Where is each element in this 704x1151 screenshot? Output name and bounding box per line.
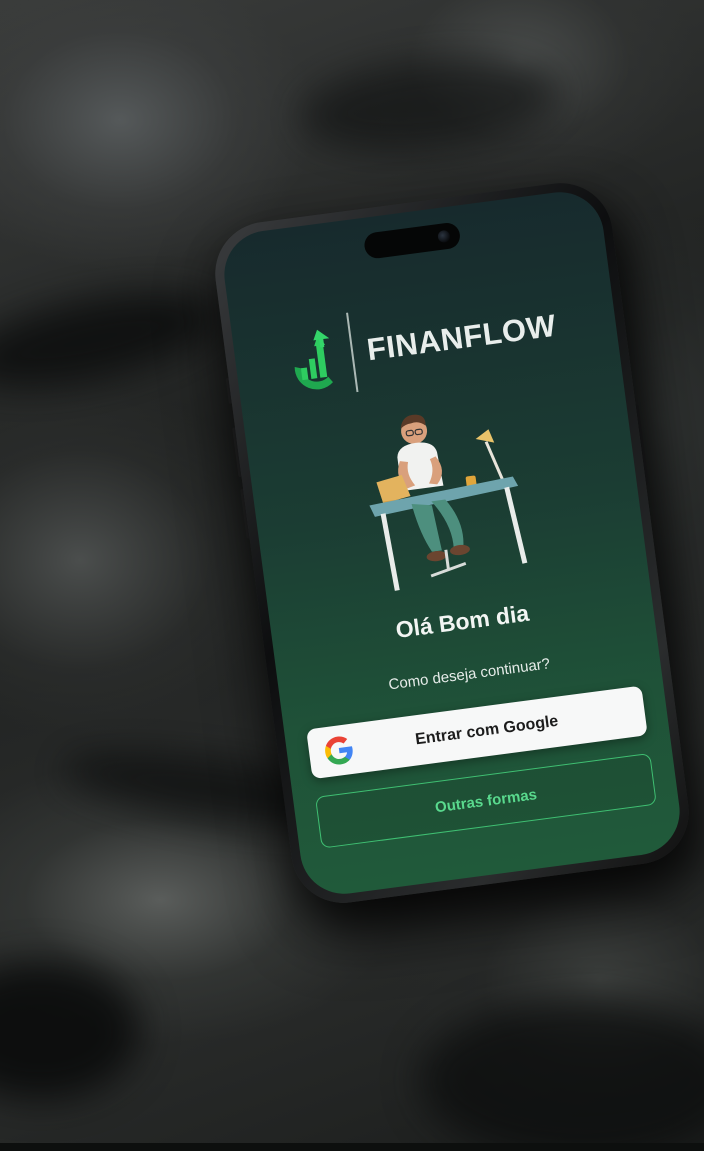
- brand-header: FINANFLOW: [281, 286, 562, 401]
- dynamic-island: [362, 221, 462, 260]
- growth-chart-logo-icon: [294, 329, 333, 390]
- rock-background: FINANFLOW Olá Bom dia Como deseja contin…: [0, 0, 704, 1151]
- brand-name: FINANFLOW: [364, 307, 559, 368]
- bottom-edge: [0, 1143, 704, 1151]
- google-signin-label: Entrar com Google: [414, 712, 560, 749]
- person-at-desk-illustration: [369, 414, 528, 591]
- google-g-icon: [325, 736, 353, 765]
- logo-divider: [346, 312, 359, 393]
- camera-icon: [437, 229, 451, 244]
